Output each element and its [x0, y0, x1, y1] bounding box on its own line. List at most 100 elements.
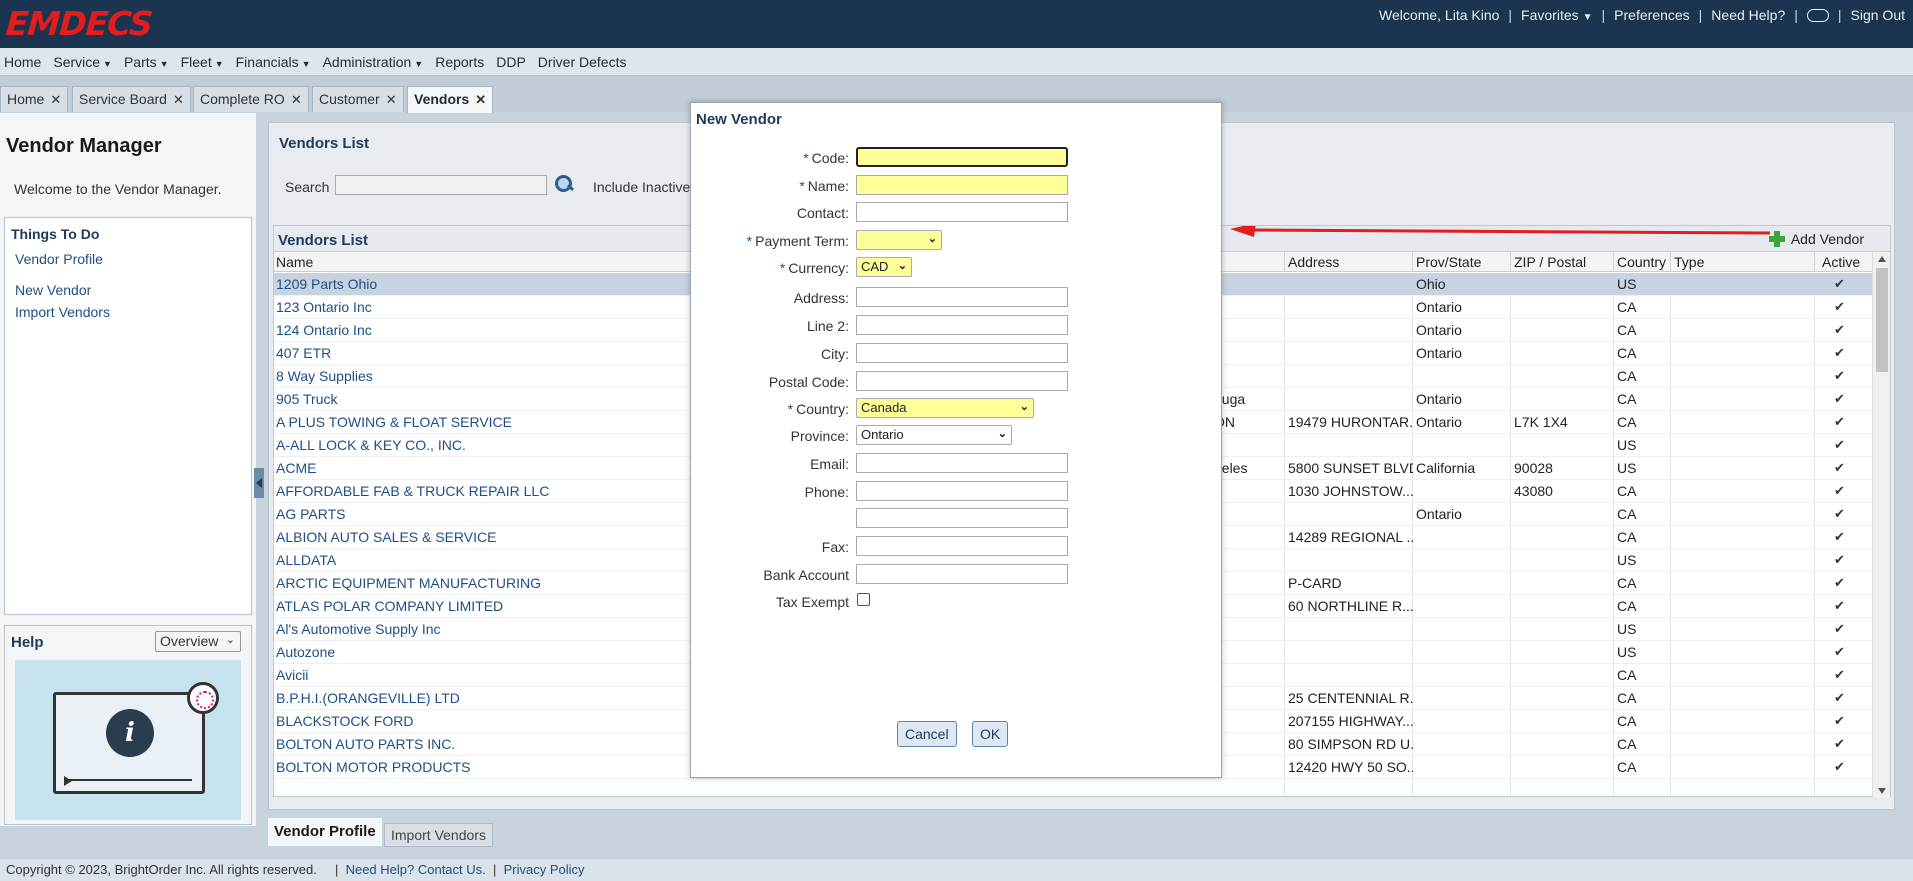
bank-account-input[interactable]	[856, 564, 1068, 584]
col-prov-state[interactable]: Prov/State	[1416, 254, 1481, 270]
address-input[interactable]	[856, 287, 1068, 307]
line2-row: Line 2:	[691, 315, 1223, 337]
phone-secondary-input[interactable]	[856, 508, 1068, 528]
tab-vendor-profile[interactable]: Vendor Profile	[268, 818, 382, 846]
email-input[interactable]	[856, 453, 1068, 473]
cell-prov: California	[1416, 460, 1476, 476]
checkmark-icon: ✔	[1834, 713, 1845, 728]
import-vendors-link[interactable]: Import Vendors	[15, 304, 110, 320]
tab-home[interactable]: Home ✕	[0, 86, 69, 112]
tab-vendors[interactable]: Vendors ✕	[407, 86, 494, 113]
menu-home[interactable]: Home	[4, 54, 41, 70]
cell-address: 19479 HURONTAR...	[1288, 414, 1413, 430]
chevron-down-icon: ▼	[301, 58, 311, 69]
scroll-down-icon[interactable]	[1878, 788, 1886, 794]
things-to-do-title: Things To Do	[11, 226, 100, 242]
name-input[interactable]	[856, 175, 1068, 195]
cancel-button[interactable]: Cancel	[897, 721, 957, 747]
preferences-link[interactable]: Preferences	[1614, 7, 1689, 23]
chevron-down-icon: ▼	[414, 58, 424, 69]
ok-button[interactable]: OK	[972, 721, 1009, 747]
cell-address: 12420 HWY 50 SO...	[1288, 759, 1413, 775]
phone-input[interactable]	[856, 481, 1068, 501]
contact-input[interactable]	[856, 202, 1068, 222]
help-title: Help	[11, 634, 44, 651]
tax-exempt-checkbox[interactable]	[857, 593, 870, 606]
province-select[interactable]: Ontario ⌄	[856, 425, 1012, 445]
search-icon[interactable]	[553, 174, 573, 194]
tab-label: Customer	[319, 91, 380, 107]
grid-scrollbar[interactable]	[1872, 252, 1890, 798]
play-icon	[64, 776, 72, 786]
favorites-menu[interactable]: Favorites ▼	[1521, 7, 1592, 23]
cell-country: CA	[1617, 299, 1637, 315]
menu-label: Fleet	[180, 53, 212, 70]
privacy-policy-link[interactable]: Privacy Policy	[504, 862, 585, 877]
menu-reports[interactable]: Reports	[435, 54, 484, 70]
menu-ddp[interactable]: DDP	[496, 54, 526, 70]
contact-us-link[interactable]: Need Help? Contact Us.	[346, 862, 486, 877]
cell-prov: Ontario	[1416, 391, 1462, 407]
province-row: Province: Ontario ⌄	[691, 425, 1223, 447]
cell-country: CA	[1617, 667, 1637, 683]
menu-financials[interactable]: Financials ▼	[236, 54, 311, 70]
menu-administration[interactable]: Administration ▼	[323, 54, 424, 70]
tab-service-board[interactable]: Service Board ✕	[72, 86, 191, 112]
col-active[interactable]: Active	[1822, 254, 1860, 270]
collapse-panel-handle[interactable]	[254, 468, 264, 498]
fax-input[interactable]	[856, 536, 1068, 556]
vendor-profile-link[interactable]: Vendor Profile	[15, 251, 103, 267]
help-topic-select[interactable]: Overview ⌄	[155, 631, 241, 652]
tab-complete-ro[interactable]: Complete RO ✕	[193, 86, 309, 112]
divider: |	[1794, 7, 1798, 23]
checkmark-icon: ✔	[1834, 598, 1845, 613]
tab-customer[interactable]: Customer ✕	[312, 86, 404, 112]
label-text: Country:	[796, 401, 849, 417]
close-icon[interactable]: ✕	[173, 92, 184, 107]
cell-country: US	[1617, 552, 1637, 568]
col-address[interactable]: Address	[1288, 254, 1339, 270]
payment-term-select[interactable]: ⌄	[856, 230, 942, 250]
menu-driver-defects[interactable]: Driver Defects	[538, 54, 627, 70]
close-icon[interactable]: ✕	[475, 92, 486, 107]
new-vendor-link[interactable]: New Vendor	[15, 282, 91, 298]
add-vendor-label: Add Vendor	[1790, 231, 1864, 247]
phone-label: Phone:	[804, 484, 849, 500]
add-vendor-button[interactable]: Add Vendor	[1768, 231, 1864, 247]
info-icon: i	[106, 709, 154, 757]
video-frame: i	[53, 692, 205, 794]
divider	[1510, 252, 1511, 272]
city-label: City:	[821, 346, 849, 362]
col-country[interactable]: Country	[1617, 254, 1666, 270]
col-type[interactable]: Type	[1674, 254, 1704, 270]
cell-country: CA	[1617, 690, 1637, 706]
col-name[interactable]: Name	[276, 254, 313, 270]
chevron-down-icon: ⌄	[997, 428, 1007, 440]
menu-fleet[interactable]: Fleet ▼	[181, 54, 224, 70]
chat-icon[interactable]	[1806, 8, 1829, 22]
city-input[interactable]	[856, 343, 1068, 363]
checkmark-icon: ✔	[1834, 644, 1845, 659]
search-input[interactable]	[335, 175, 547, 195]
scroll-up-icon[interactable]	[1878, 256, 1886, 262]
cell-country: US	[1617, 437, 1637, 453]
code-input[interactable]	[856, 147, 1068, 167]
close-icon[interactable]: ✕	[50, 92, 61, 107]
scroll-thumb[interactable]	[1876, 268, 1888, 372]
close-icon[interactable]: ✕	[386, 92, 397, 107]
col-zip[interactable]: ZIP / Postal	[1514, 254, 1586, 270]
need-help-link[interactable]: Need Help?	[1711, 7, 1785, 23]
menu-service[interactable]: Service ▼	[53, 54, 112, 70]
cell-country: CA	[1617, 345, 1637, 361]
things-to-do-box: Things To Do Vendor Profile New Vendor I…	[4, 217, 252, 615]
help-video-thumbnail[interactable]: i	[15, 660, 241, 820]
line2-input[interactable]	[856, 315, 1068, 335]
close-icon[interactable]: ✕	[291, 92, 302, 107]
currency-select[interactable]: CAD ⌄	[856, 257, 912, 277]
menu-parts[interactable]: Parts ▼	[124, 54, 169, 70]
sign-out-link[interactable]: Sign Out	[1851, 7, 1905, 23]
country-select[interactable]: Canada ⌄	[856, 398, 1034, 418]
tab-import-vendors[interactable]: Import Vendors	[384, 823, 493, 847]
postal-code-input[interactable]	[856, 371, 1068, 391]
menu-label: Administration	[322, 53, 412, 70]
